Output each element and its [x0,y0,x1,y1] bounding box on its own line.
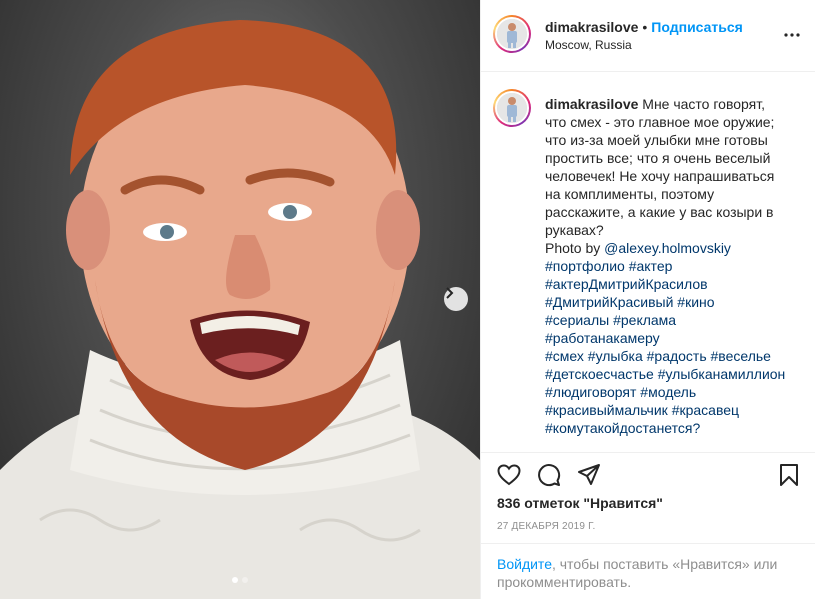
bookmark-icon [780,464,798,486]
hashtag-line[interactable]: #ДмитрийКрасивый #кино [545,293,795,311]
caption-avatar[interactable] [493,89,531,127]
follow-button[interactable]: Подписаться [651,19,743,35]
comment-button[interactable] [535,461,563,489]
portrait-illustration [0,20,480,599]
hashtag-line[interactable]: #красивыймальчик #красавец [545,401,795,419]
hashtag-line[interactable]: #портфолио #актер [545,257,795,275]
hashtag-line[interactable]: #людиговорят #модель [545,383,795,401]
post-caption: dimakrasilove Мне часто говорят, что сме… [545,95,795,437]
location-link[interactable]: Moscow, Russia [545,38,632,52]
post-side-panel: dimakrasilove • Подписаться Moscow, Russia [480,0,815,599]
more-horizontal-icon [784,33,800,37]
heart-icon [497,464,521,486]
hashtag-line[interactable]: #сериалы #реклама [545,311,795,329]
photographer-mention-link[interactable]: @alexey.holmovskiy [604,240,731,256]
like-count[interactable]: 836 отметок "Нравится" [497,495,663,511]
carousel-indicator [0,577,480,583]
caption-text-line: что смех - это главное мое оружие; [545,114,775,130]
carousel-next-button[interactable] [444,287,468,311]
avatar[interactable] [493,15,531,53]
chevron-right-icon [446,287,454,299]
post-date[interactable]: 27 ДЕКАБРЯ 2019 Г. [497,521,595,532]
login-prompt: Войдите, чтобы поставить «Нравится» или … [481,543,815,599]
caption-text-line: что из-за моей улыбки мне готовы [545,132,768,148]
caption-text-line: на комплименты, поэтому [545,186,715,202]
caption-text-line: расскажите, а какие у вас козыри в [545,204,774,220]
like-button[interactable] [495,461,523,489]
post-actions-bar [481,452,815,496]
caption-text-line: рукавах? [545,222,604,238]
hashtag-line[interactable]: #смех #улыбка #радость #веселье [545,347,795,365]
header-username[interactable]: dimakrasilove [545,19,638,35]
login-link[interactable]: Войдите [497,556,552,572]
photo-credit-prefix: Photo by [545,240,605,256]
paper-plane-icon [578,464,600,485]
carousel-dot [242,577,248,583]
hashtag-line[interactable]: #актерДмитрийКрасилов [545,275,795,293]
carousel-dot [232,577,238,583]
comment-icon [538,464,561,487]
hashtag-line[interactable]: #комутакойдостанется? [545,419,795,437]
hashtag-line[interactable]: #работанакамеру [545,329,795,347]
caption-text-line: человечек! Не хочу напрашиваться [545,168,775,184]
caption-text-line: простить все; что я очень веселый [545,150,771,166]
post-header: dimakrasilove • Подписаться Moscow, Russia [481,0,815,72]
save-button[interactable] [775,461,803,489]
caption-username[interactable]: dimakrasilove [545,96,638,112]
avatar-figure-icon [497,19,527,49]
avatar-figure-icon [497,93,527,123]
header-separator: • [642,19,648,35]
more-options-button[interactable] [780,25,804,45]
hashtag-line[interactable]: #детскоесчастье #улыбканамиллион [545,365,795,383]
share-button[interactable] [575,461,603,489]
caption-text-line: Мне часто говорят, [642,96,765,112]
post-photo[interactable] [0,0,480,599]
